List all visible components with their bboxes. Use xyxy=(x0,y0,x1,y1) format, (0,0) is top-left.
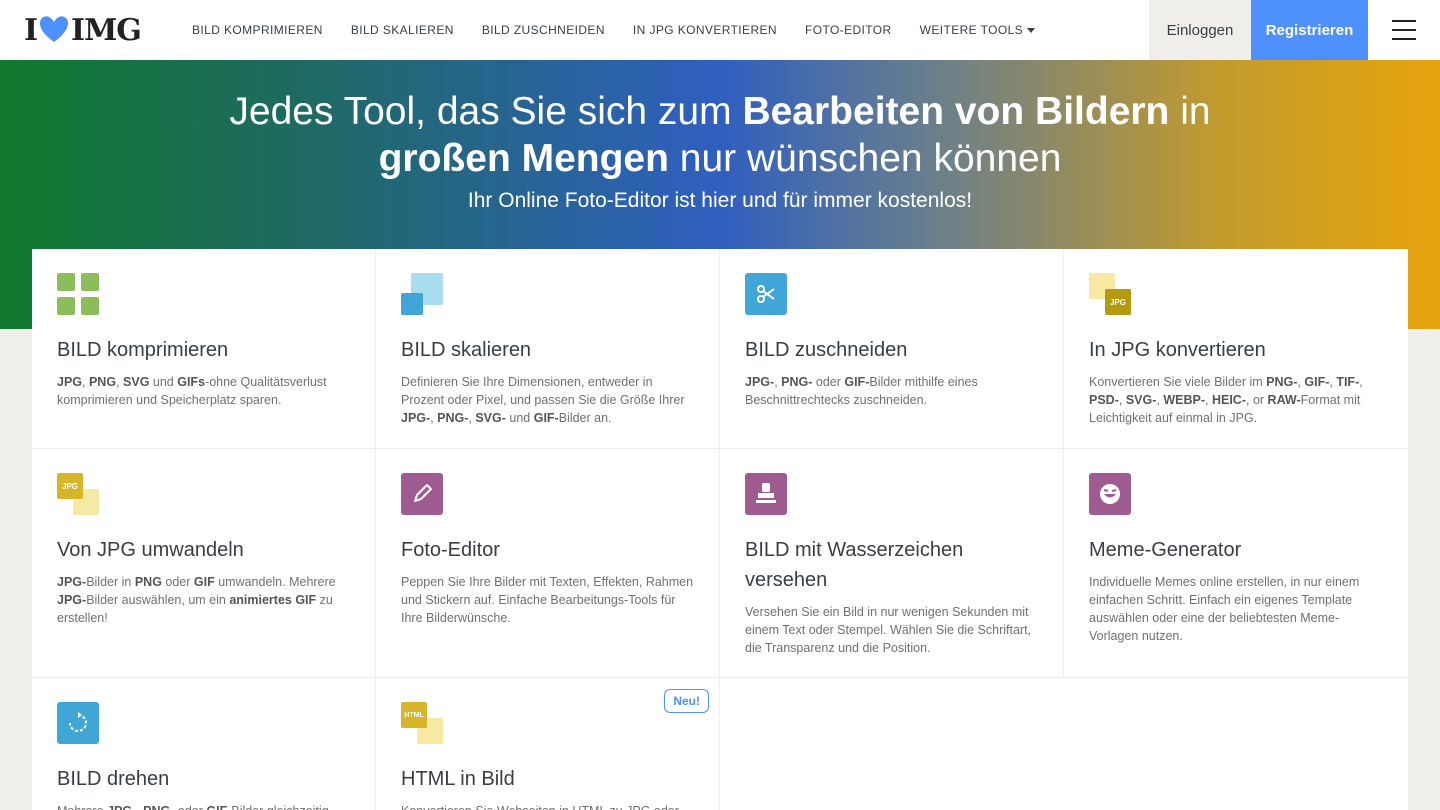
logo-img: IMG xyxy=(71,12,142,48)
tool-card-to-jpg[interactable]: JPG In JPG konvertieren Konvertieren Sie… xyxy=(1064,249,1408,449)
tool-card-watermark[interactable]: BILD mit Wasserzeichen versehen Versehen… xyxy=(720,449,1064,678)
tool-description: Mehrere JPG-, PNG- oder GIF-Bilder gleic… xyxy=(57,802,351,810)
tool-card-from-jpg[interactable]: JPG Von JPG umwandeln JPG-Bilder in PNG … xyxy=(32,449,376,678)
tool-description: Definieren Sie Ihre Dimensionen, entwede… xyxy=(401,375,685,425)
tool-description: JPG-Bilder in PNG oder GIF umwandeln. Me… xyxy=(57,575,336,625)
tool-card-resize[interactable]: BILD skalieren Definieren Sie Ihre Dimen… xyxy=(376,249,720,449)
caret-down-icon xyxy=(1027,28,1036,34)
nav-weitere-tools-label: WEITERE TOOLS xyxy=(919,23,1024,37)
tool-card-rotate[interactable]: BILD drehen Mehrere JPG-, PNG- oder GIF-… xyxy=(32,678,376,810)
from-jpg-icon: JPG xyxy=(57,473,99,515)
main-nav: BILD KOMPRIMIEREN BILD SKALIEREN BILD ZU… xyxy=(192,0,1036,60)
resize-icon xyxy=(401,273,443,315)
tool-title: Foto-Editor xyxy=(401,539,500,561)
tool-title: Meme-Generator xyxy=(1089,539,1242,561)
top-header: I IMG BILD KOMPRIMIEREN BILD SKALIEREN B… xyxy=(0,0,1440,60)
tool-card-crop[interactable]: BILD zuschneiden JPG-, PNG- oder GIF-Bil… xyxy=(720,249,1064,449)
tool-title: Von JPG umwandeln xyxy=(57,539,244,561)
nav-foto-editor[interactable]: FOTO-EDITOR xyxy=(805,23,892,37)
tool-card-photo-editor[interactable]: Foto-Editor Peppen Sie Ihre Bilder mit T… xyxy=(376,449,720,678)
compress-icon xyxy=(57,273,99,315)
tool-description: Peppen Sie Ihre Bilder mit Texten, Effek… xyxy=(401,575,694,625)
rotate-icon xyxy=(57,702,99,744)
nav-bild-skalieren[interactable]: BILD SKALIEREN xyxy=(351,23,454,37)
tool-description: JPG-, PNG- oder GIF-Bilder mithilfe eine… xyxy=(745,375,978,407)
tool-description: Versehen Sie ein Bild in nur wenigen Sek… xyxy=(745,605,1032,655)
html-icon: HTML xyxy=(401,702,443,744)
tool-description: JPG, PNG, SVG und GIFs-ohne Qualitätsver… xyxy=(57,375,327,407)
meme-icon xyxy=(1089,473,1131,515)
tool-description: Konvertieren Sie viele Bilder im PNG-, G… xyxy=(1089,375,1363,425)
tool-description: Individuelle Memes online erstellen, in … xyxy=(1089,575,1360,643)
tools-grid: BILD komprimieren JPG, PNG, SVG und GIFs… xyxy=(32,249,1408,810)
heart-icon xyxy=(40,16,69,42)
tool-card-compress[interactable]: BILD komprimieren JPG, PNG, SVG und GIFs… xyxy=(32,249,376,449)
tool-card-meme[interactable]: Meme-Generator Individuelle Memes online… xyxy=(1064,449,1408,678)
hero-title: Jedes Tool, das Sie sich zum Bearbeiten … xyxy=(229,90,1211,180)
to-jpg-icon: JPG xyxy=(1089,273,1131,315)
nav-bild-zuschneiden[interactable]: BILD ZUSCHNEIDEN xyxy=(482,23,605,37)
hamburger-menu-icon[interactable] xyxy=(1368,0,1440,60)
tool-title: In JPG konvertieren xyxy=(1089,339,1266,361)
tool-title: BILD komprimieren xyxy=(57,339,229,361)
pencil-icon xyxy=(401,473,443,515)
nav-weitere-tools[interactable]: WEITERE TOOLS xyxy=(919,23,1036,37)
tool-title: HTML in Bild xyxy=(401,768,515,790)
iloveimg-logo[interactable]: I IMG xyxy=(24,12,142,48)
new-badge: Neu! xyxy=(664,689,709,713)
tool-title: BILD skalieren xyxy=(401,339,532,361)
logo-i: I xyxy=(24,12,38,48)
login-button[interactable]: Einloggen xyxy=(1149,0,1251,60)
tool-card-html-to-image[interactable]: Neu! HTML HTML in Bild Konvertieren Sie … xyxy=(376,678,720,810)
tool-description: Konvertieren Sie Webseiten in HTML zu JP… xyxy=(401,802,695,810)
crop-icon xyxy=(745,273,787,315)
tool-title: BILD drehen xyxy=(57,768,170,790)
nav-in-jpg-konvertieren[interactable]: IN JPG KONVERTIEREN xyxy=(633,23,777,37)
register-button[interactable]: Registrieren xyxy=(1251,0,1368,60)
nav-bild-komprimieren[interactable]: BILD KOMPRIMIEREN xyxy=(192,23,323,37)
stamp-icon xyxy=(745,473,787,515)
tool-title: BILD zuschneiden xyxy=(745,339,908,361)
tool-title: BILD mit Wasserzeichen versehen xyxy=(745,539,964,591)
hero-subtitle: Ihr Online Foto-Editor ist hier und für … xyxy=(467,189,973,212)
